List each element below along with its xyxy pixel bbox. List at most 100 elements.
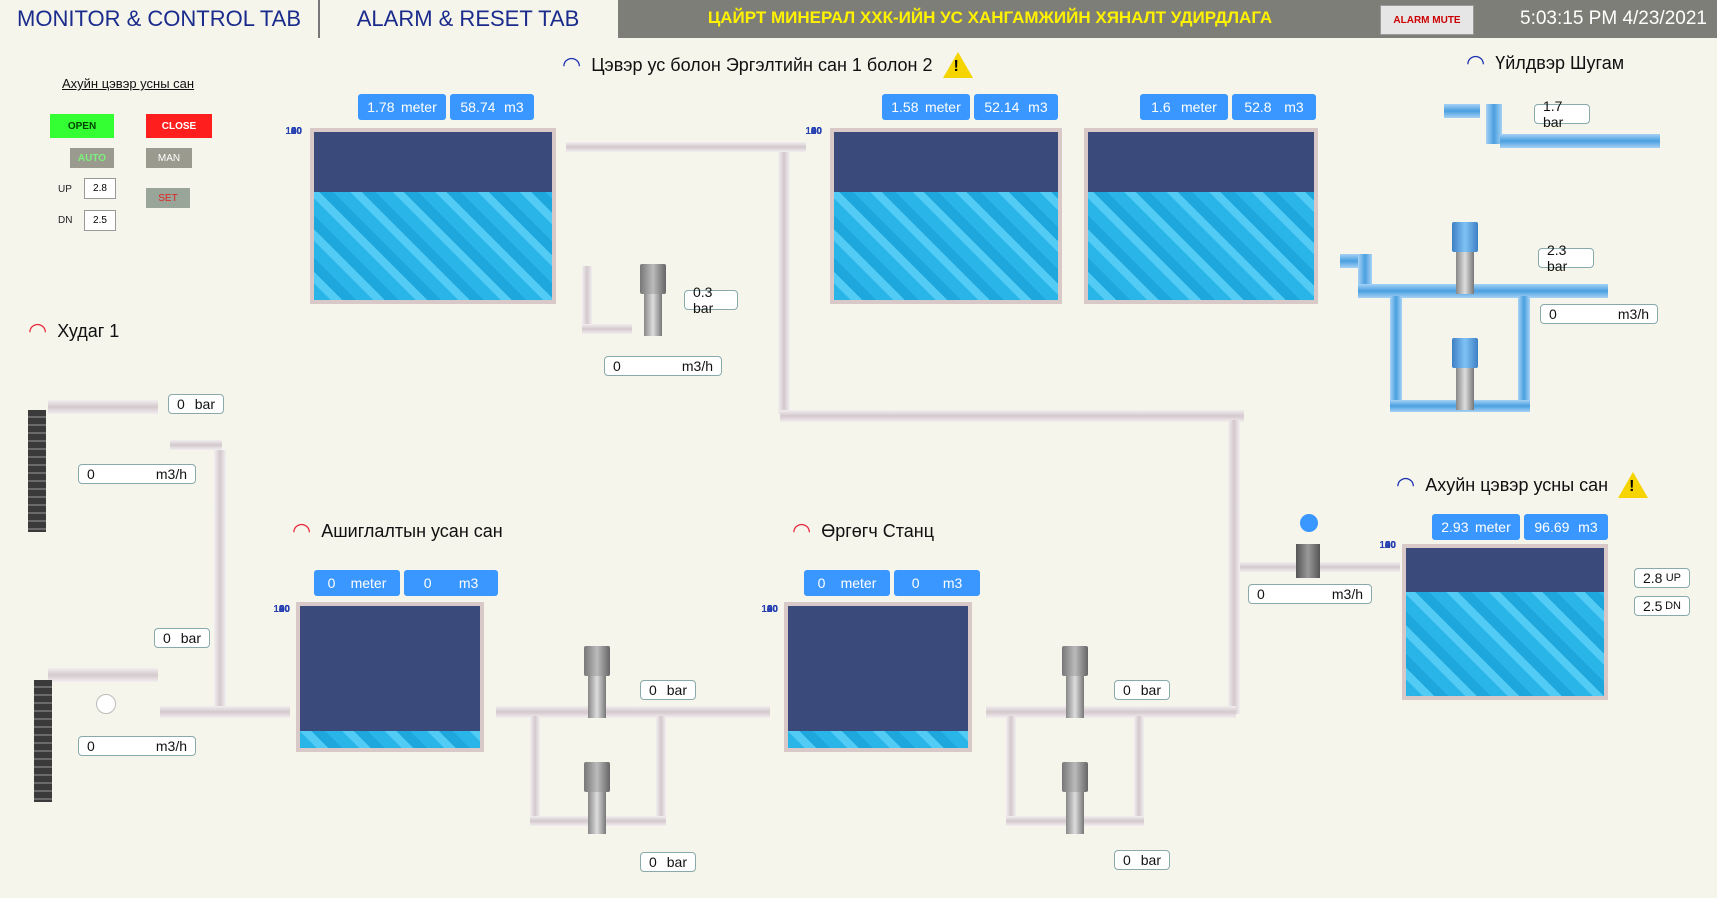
set-button[interactable]: SET bbox=[146, 188, 190, 208]
pipe bbox=[1006, 716, 1016, 820]
unit: meter bbox=[400, 99, 437, 115]
up-label: UP bbox=[58, 184, 72, 195]
tab-monitor-control[interactable]: MONITOR & CONTROL TAB bbox=[0, 0, 320, 38]
factory-pump-2[interactable] bbox=[1448, 338, 1482, 410]
station-pump-pressure-bottom: 0 bar bbox=[1114, 850, 1170, 870]
valve-flow: 0 m3/h bbox=[1248, 584, 1372, 604]
pump-motor bbox=[1452, 338, 1478, 368]
pump-body bbox=[1456, 252, 1474, 294]
value: 0 bbox=[649, 682, 657, 698]
page-title: ЦАЙРТ МИНЕРАЛ ХХК-ИЙН УС ХАНГАМЖИЙН ХЯНА… bbox=[707, 8, 1273, 27]
domestic-tank-label: ◠ Ахуйн цэвэр усны сан bbox=[1396, 472, 1649, 498]
value: 0 bbox=[177, 396, 185, 412]
pump-motor bbox=[1452, 222, 1478, 252]
usage-pump-pressure-bottom: 0 bar bbox=[640, 852, 696, 872]
value: 52.14 bbox=[984, 99, 1020, 115]
up-setpoint-input[interactable]: 2.8 bbox=[84, 178, 116, 199]
status-indicator bbox=[96, 694, 116, 714]
pump-station-axis: 100 80 60 40 20 0 bbox=[756, 604, 780, 750]
clean-tanks-label: ◠ Цэвэр ус болон Эргэлтийн сан 1 болон 2 bbox=[562, 52, 973, 78]
open-button[interactable]: OPEN bbox=[50, 114, 114, 138]
blue-pipe bbox=[1444, 104, 1480, 118]
tank-1-volume: 58.74 m3 bbox=[450, 94, 534, 120]
tank-3-level: 1.6 meter bbox=[1140, 94, 1228, 120]
axis-tick: 0 bbox=[284, 604, 290, 615]
value: 96.69 bbox=[1534, 519, 1570, 535]
value: 0 bbox=[1549, 306, 1557, 322]
value: 0 bbox=[911, 575, 920, 591]
unit: meter bbox=[924, 99, 961, 115]
well-label-text: Худаг 1 bbox=[57, 320, 120, 341]
pump-station-label-text: Өргөгч Станц bbox=[821, 520, 935, 541]
control-panel-title: Ахуйн цэвэр усны сан bbox=[62, 76, 195, 91]
close-button[interactable]: CLOSE bbox=[146, 114, 212, 138]
auto-button[interactable]: AUTO bbox=[70, 148, 114, 168]
wifi-icon: ◠ bbox=[292, 518, 312, 543]
pump-motor bbox=[1062, 646, 1088, 676]
clean-tank-2 bbox=[830, 128, 1062, 304]
unit: m3/h bbox=[681, 358, 713, 374]
usage-tank bbox=[296, 602, 484, 752]
manual-button[interactable]: MAN bbox=[146, 148, 192, 168]
usage-tank-label: ◠ Ашиглалтын усан сан bbox=[292, 520, 503, 542]
usage-pump-2[interactable] bbox=[580, 762, 614, 834]
factory-flow: 0 m3/h bbox=[1540, 304, 1658, 324]
pipe bbox=[530, 716, 540, 820]
value: 0 bbox=[613, 358, 621, 374]
unit: m3 bbox=[458, 575, 479, 591]
clean-tank-3 bbox=[1084, 128, 1318, 304]
value: 0 bbox=[817, 575, 826, 591]
usage-pump-1[interactable] bbox=[580, 646, 614, 718]
domestic-tank-level: 2.93 meter bbox=[1432, 514, 1520, 540]
dn-setpoint-input[interactable]: 2.5 bbox=[84, 210, 116, 231]
wifi-icon: ◠ bbox=[792, 518, 812, 543]
clock-display: 5:03:15 PM 4/23/2021 bbox=[1520, 8, 1707, 29]
unit: m3/h bbox=[1331, 586, 1363, 602]
tank-1-axis: 100 80 60 40 20 0 bbox=[280, 126, 304, 304]
tank-2-volume: 52.14 m3 bbox=[974, 94, 1058, 120]
well-2-casing bbox=[34, 680, 52, 802]
unit: meter bbox=[840, 575, 877, 591]
value: 2.8 bbox=[1643, 570, 1663, 586]
pipe bbox=[582, 324, 632, 334]
station-pump-2[interactable] bbox=[1058, 762, 1092, 834]
control-valve[interactable] bbox=[1296, 544, 1320, 578]
valve-indicator bbox=[1300, 514, 1318, 532]
value: 0 bbox=[423, 575, 432, 591]
blue-pipe bbox=[1518, 296, 1530, 410]
pump-body bbox=[588, 676, 606, 718]
value: 0 bbox=[327, 575, 336, 591]
pipe bbox=[170, 440, 222, 450]
value: 1.78 bbox=[367, 99, 395, 115]
station-pump-pressure-top: 0 bar bbox=[1114, 680, 1170, 700]
clean-tank-pump[interactable] bbox=[636, 264, 670, 336]
unit: m3 bbox=[942, 575, 963, 591]
tab-alarm-reset[interactable]: ALARM & RESET TAB bbox=[320, 0, 616, 38]
value: 1.6 bbox=[1151, 99, 1171, 115]
well-bottom-pressure: 0 bar bbox=[154, 628, 210, 648]
pump-body bbox=[1066, 792, 1084, 834]
value: 0 bbox=[1123, 682, 1131, 698]
usage-tank-volume: 0 m3 bbox=[404, 570, 498, 596]
wifi-icon: ◠ bbox=[28, 318, 48, 343]
wifi-icon: ◠ bbox=[1396, 472, 1416, 497]
usage-pump-pressure-top: 0 bar bbox=[640, 680, 696, 700]
usage-tank-label-text: Ашиглалтын усан сан bbox=[321, 520, 503, 541]
axis-tick: 0 bbox=[296, 126, 302, 137]
pump-motor bbox=[584, 646, 610, 676]
unit: m3/h bbox=[155, 738, 187, 754]
alarm-mute-button[interactable]: ALARM MUTE bbox=[1380, 5, 1474, 35]
unit: bar bbox=[1140, 852, 1161, 868]
pump-station-label: ◠ Өргөгч Станц bbox=[792, 520, 934, 542]
blue-pipe bbox=[1390, 296, 1402, 410]
value: 52.8 bbox=[1244, 99, 1272, 115]
pipe bbox=[778, 152, 790, 414]
station-pump-1[interactable] bbox=[1058, 646, 1092, 718]
pump-motor bbox=[584, 762, 610, 792]
pipe bbox=[48, 400, 158, 414]
tank-2-level: 1.58 meter bbox=[882, 94, 970, 120]
factory-pump-1[interactable] bbox=[1448, 222, 1482, 294]
unit: bar bbox=[666, 682, 687, 698]
unit: meter bbox=[1474, 519, 1511, 535]
warning-icon bbox=[1618, 472, 1649, 498]
